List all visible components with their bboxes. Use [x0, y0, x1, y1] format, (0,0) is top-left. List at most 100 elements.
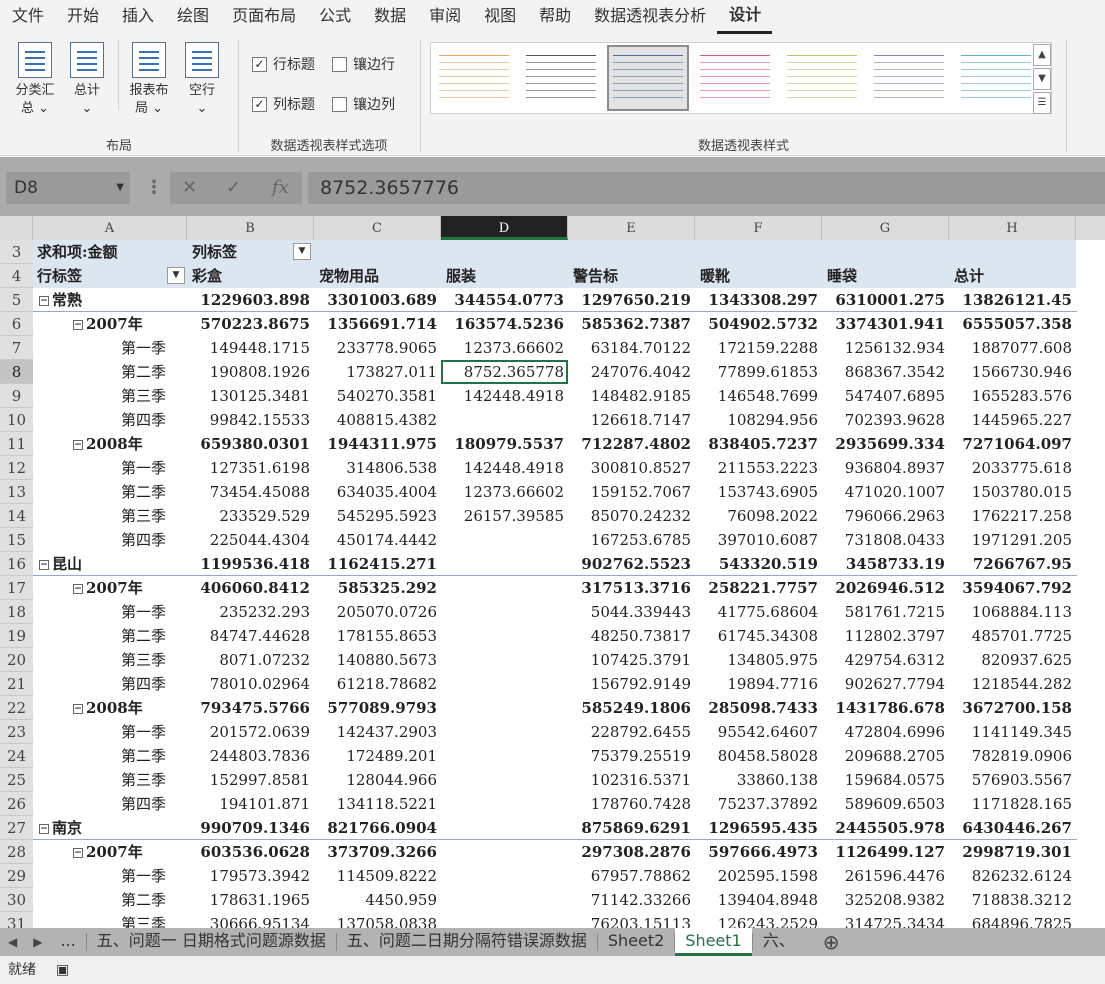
cell-e25[interactable]: 102316.5371 — [568, 768, 695, 792]
cell-c27[interactable]: 821766.0904 — [314, 816, 441, 840]
cell-a20[interactable]: 第三季 — [33, 648, 187, 672]
cell-a4[interactable]: 行标签 ▼ — [33, 264, 187, 288]
cell-f31[interactable]: 126243.2529 — [695, 912, 822, 928]
cell-a18[interactable]: 第一季 — [33, 600, 187, 624]
row-header[interactable]: 12 — [0, 456, 33, 480]
cell-c20[interactable]: 140880.5673 — [314, 648, 441, 672]
cell-b12[interactable]: 127351.6198 — [187, 456, 314, 480]
menu-9[interactable]: 帮助 — [527, 0, 582, 34]
cell-a17[interactable]: −2007年 — [33, 576, 187, 600]
cell-e4[interactable]: 警告标 — [568, 264, 695, 288]
cell-e5[interactable]: 1297650.219 — [568, 288, 695, 312]
cell-f14[interactable]: 76098.2022 — [695, 504, 822, 528]
cell-g30[interactable]: 325208.9382 — [822, 888, 949, 912]
cell-f6[interactable]: 504902.5732 — [695, 312, 822, 336]
row-header[interactable]: 13 — [0, 480, 33, 504]
row-header[interactable]: 28 — [0, 840, 33, 864]
cell-e16[interactable]: 902762.5523 — [568, 552, 695, 576]
cell-e31[interactable]: 76203.15113 — [568, 912, 695, 928]
next-sheet-icon[interactable]: ▶ — [25, 935, 50, 949]
add-sheet-icon[interactable]: ⊕ — [815, 930, 848, 954]
row-header[interactable]: 10 — [0, 408, 33, 432]
cell-a30[interactable]: 第二季 — [33, 888, 187, 912]
cell-d4[interactable]: 服装 — [441, 264, 568, 288]
cell-d24[interactable] — [441, 744, 568, 768]
cell-d7[interactable]: 12373.66602 — [441, 336, 568, 360]
name-box[interactable]: D8 ▼ — [6, 172, 130, 204]
row-header[interactable]: 15 — [0, 528, 33, 552]
cell-c31[interactable]: 137058.0838 — [314, 912, 441, 928]
cell-g13[interactable]: 471020.1007 — [822, 480, 949, 504]
cell-f4[interactable]: 暖靴 — [695, 264, 822, 288]
cell-b29[interactable]: 179573.3942 — [187, 864, 314, 888]
row-label-filter-button[interactable]: ▼ — [167, 267, 185, 284]
blank-rows-button[interactable]: 空行 ⌄ — [177, 42, 227, 118]
cell-b11[interactable]: 659380.0301 — [187, 432, 314, 456]
pivot-style-option[interactable] — [783, 47, 861, 109]
cell-b24[interactable]: 244803.7836 — [187, 744, 314, 768]
cell-c21[interactable]: 61218.78682 — [314, 672, 441, 696]
row-header[interactable]: 23 — [0, 720, 33, 744]
collapse-icon[interactable]: − — [73, 584, 83, 594]
cell-a12[interactable]: 第一季 — [33, 456, 187, 480]
cell-h16[interactable]: 7266767.95 — [949, 552, 1076, 576]
cell-d28[interactable] — [441, 840, 568, 864]
cell-c18[interactable]: 205070.0726 — [314, 600, 441, 624]
cell-d14[interactable]: 26157.39585 — [441, 504, 568, 528]
cell-g3[interactable] — [822, 240, 949, 264]
cell-a19[interactable]: 第二季 — [33, 624, 187, 648]
cell-e6[interactable]: 585362.7387 — [568, 312, 695, 336]
cell-b19[interactable]: 84747.44628 — [187, 624, 314, 648]
cell-c4[interactable]: 宠物用品 — [314, 264, 441, 288]
formula-input[interactable]: 8752.3657776 — [308, 172, 1105, 204]
cell-e17[interactable]: 317513.3716 — [568, 576, 695, 600]
cell-h14[interactable]: 1762217.258 — [949, 504, 1076, 528]
cell-d11[interactable]: 180979.5537 — [441, 432, 568, 456]
select-all-corner[interactable] — [0, 216, 33, 240]
pivot-style-option[interactable] — [957, 47, 1035, 109]
collapse-icon[interactable]: − — [73, 704, 83, 714]
cell-c8[interactable]: 173827.011 — [314, 360, 441, 384]
cell-b23[interactable]: 201572.0639 — [187, 720, 314, 744]
cell-e23[interactable]: 228792.6455 — [568, 720, 695, 744]
sheet-tab[interactable]: 五、问题一 日期格式问题源数据 — [87, 928, 336, 956]
cell-c13[interactable]: 634035.4004 — [314, 480, 441, 504]
cell-c17[interactable]: 585325.292 — [314, 576, 441, 600]
cell-e22[interactable]: 585249.1806 — [568, 696, 695, 720]
gallery-up-button[interactable]: ▲ — [1033, 44, 1051, 66]
pivot-style-option[interactable] — [435, 47, 513, 109]
cell-e19[interactable]: 48250.73817 — [568, 624, 695, 648]
cell-e3[interactable] — [568, 240, 695, 264]
cell-h27[interactable]: 6430446.267 — [949, 816, 1076, 840]
cell-a9[interactable]: 第三季 — [33, 384, 187, 408]
menu-0[interactable]: 文件 — [0, 0, 55, 34]
cell-b14[interactable]: 233529.529 — [187, 504, 314, 528]
cell-b18[interactable]: 235232.293 — [187, 600, 314, 624]
column-header-C[interactable]: C — [314, 216, 441, 240]
cell-g10[interactable]: 702393.9628 — [822, 408, 949, 432]
cell-b17[interactable]: 406060.8412 — [187, 576, 314, 600]
cell-d8[interactable]: 8752.365778 — [441, 360, 568, 384]
cell-e15[interactable]: 167253.6785 — [568, 528, 695, 552]
cell-d23[interactable] — [441, 720, 568, 744]
cell-e9[interactable]: 148482.9185 — [568, 384, 695, 408]
cell-a26[interactable]: 第四季 — [33, 792, 187, 816]
cancel-icon[interactable]: ✕ — [182, 172, 197, 204]
cell-d13[interactable]: 12373.66602 — [441, 480, 568, 504]
cell-a13[interactable]: 第二季 — [33, 480, 187, 504]
cell-b28[interactable]: 603536.0628 — [187, 840, 314, 864]
sheet-tab[interactable]: Sheet2 — [598, 928, 674, 956]
cell-d12[interactable]: 142448.4918 — [441, 456, 568, 480]
cell-e20[interactable]: 107425.3791 — [568, 648, 695, 672]
cell-a27[interactable]: − 南京 — [33, 816, 187, 840]
cell-g27[interactable]: 2445505.978 — [822, 816, 949, 840]
column-header-H[interactable]: H — [949, 216, 1076, 240]
cell-d5[interactable]: 344554.0773 — [441, 288, 568, 312]
row-header[interactable]: 19 — [0, 624, 33, 648]
cell-f30[interactable]: 139404.8948 — [695, 888, 822, 912]
cell-h7[interactable]: 1887077.608 — [949, 336, 1076, 360]
cell-a21[interactable]: 第四季 — [33, 672, 187, 696]
insert-function-icon[interactable]: fx — [272, 172, 289, 204]
cell-c28[interactable]: 373709.3266 — [314, 840, 441, 864]
cell-c5[interactable]: 3301003.689 — [314, 288, 441, 312]
